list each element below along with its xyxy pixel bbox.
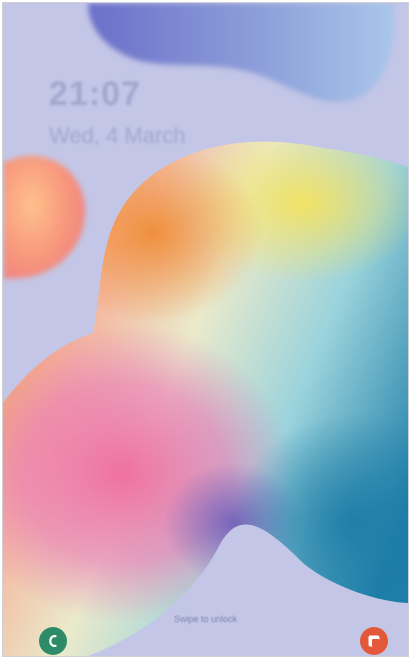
camera-icon: [368, 635, 380, 647]
unlock-hint: Swipe to unlock: [173, 614, 238, 624]
camera-shortcut-button[interactable]: [360, 627, 388, 655]
lock-clock-time: 21:07: [49, 75, 141, 113]
phone-shortcut-button[interactable]: [39, 627, 67, 655]
lock-screen: 21:07 Wed, 4 March Swipe to unlock: [2, 2, 409, 657]
phone-icon: [49, 634, 57, 648]
lock-date: Wed, 4 March: [49, 123, 186, 148]
